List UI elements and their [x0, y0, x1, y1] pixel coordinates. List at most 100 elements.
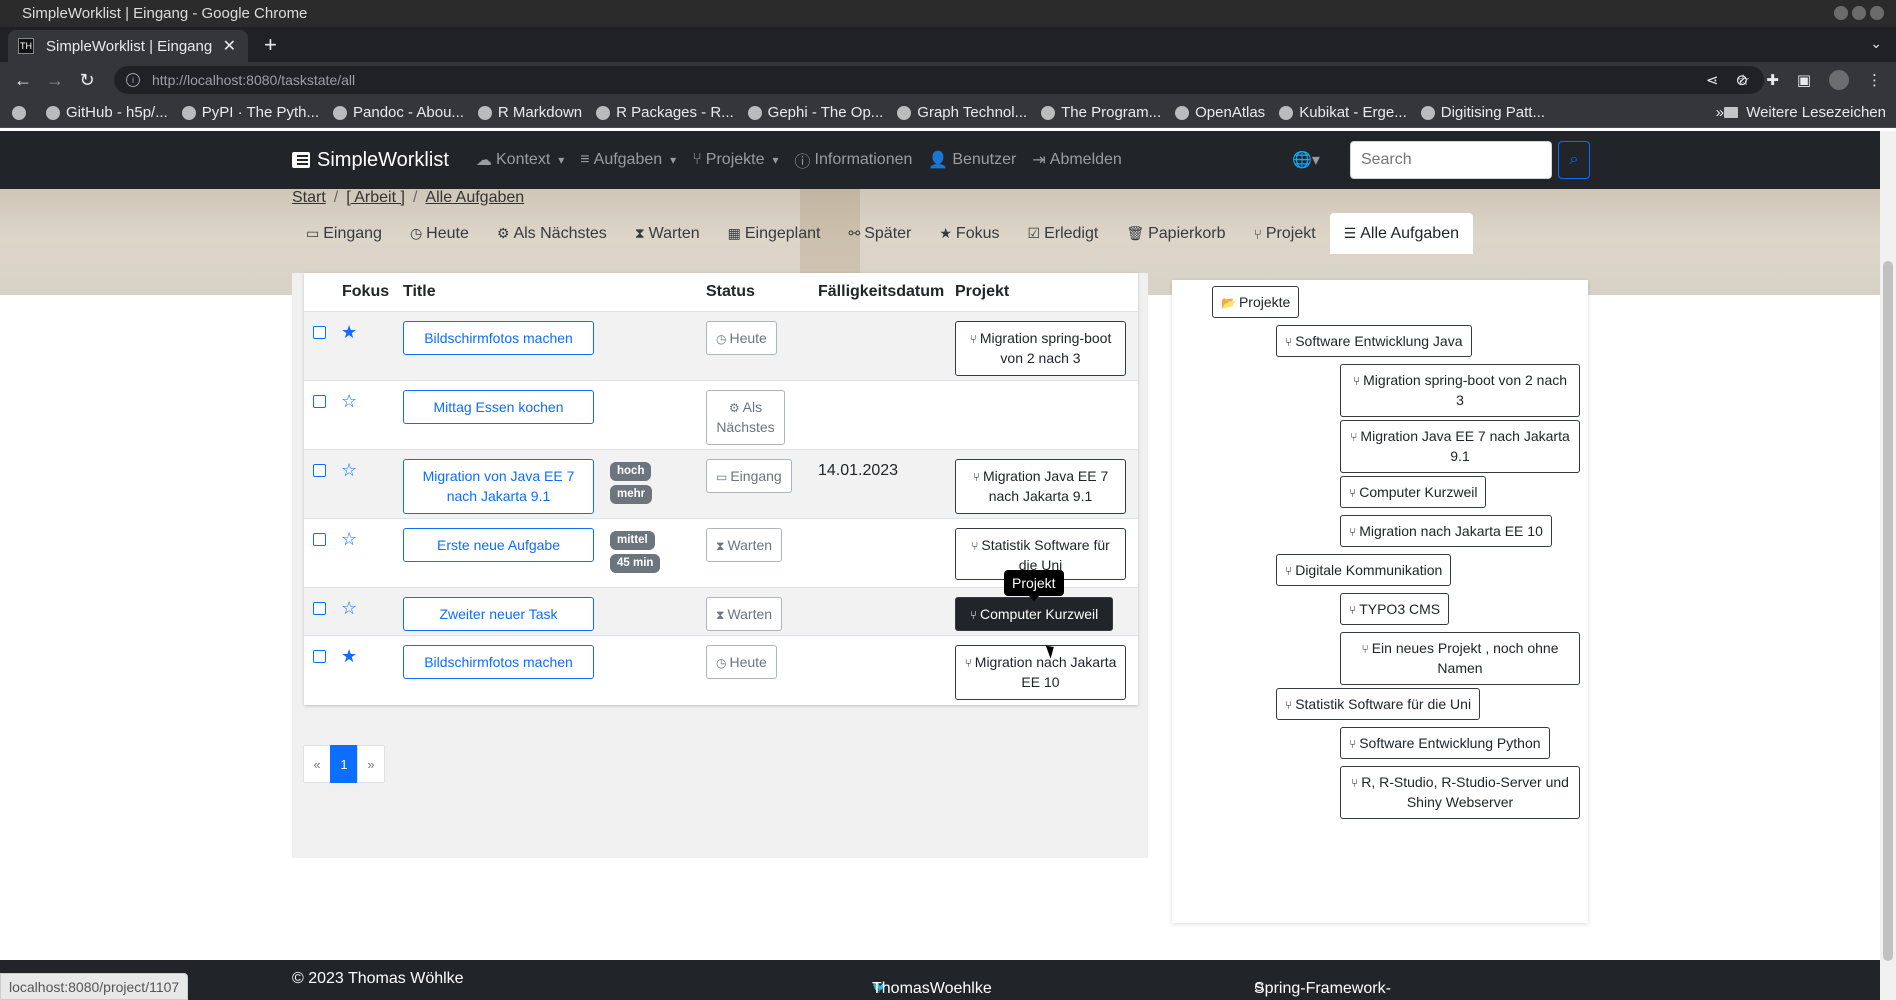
tab-als-naechstes[interactable]: ⚙ Als Nächstes: [483, 213, 621, 254]
tab-erledigt[interactable]: ☑ Erledigt: [1014, 213, 1113, 254]
task-title-button[interactable]: Migration von Java EE 7 nach Jakarta 9.1: [403, 459, 594, 514]
brand-link[interactable]: SimpleWorklist: [292, 149, 449, 172]
tree-root-projekte[interactable]: 📂 Projekte: [1212, 286, 1300, 319]
bookmark-item[interactable]: Gephi - The Op...: [747, 104, 883, 121]
bookmark-folder[interactable]: Weitere Lesezeichen: [1724, 104, 1886, 121]
project-button[interactable]: ⑂ Migration Java EE 7 nach Jakarta 9.1: [955, 459, 1126, 514]
status-button[interactable]: ⚙ Als Nächstes: [706, 390, 785, 445]
share-icon[interactable]: ⋖: [1706, 71, 1719, 89]
tree-node[interactable]: ⑂ Migration Java EE 7 nach Jakarta 9.1: [1340, 420, 1580, 473]
tab-alle-aufgaben[interactable]: ☰ Alle Aufgaben: [1329, 213, 1473, 254]
task-title-button[interactable]: Bildschirmfotos machen: [403, 321, 594, 356]
tree-node[interactable]: ⑂ Software Entwicklung Java: [1276, 325, 1472, 358]
bookmark-item[interactable]: The Program...: [1041, 104, 1161, 121]
tree-node[interactable]: ⑂ TYPO3 CMS: [1340, 593, 1450, 626]
project-button[interactable]: ⑂ Migration nach Jakarta EE 10: [955, 645, 1126, 700]
puzzle-icon[interactable]: ✚: [1766, 71, 1779, 89]
project-button-hovered[interactable]: ⑂ Computer Kurzweil: [955, 597, 1113, 632]
back-icon[interactable]: ←: [10, 70, 36, 91]
minimize-icon[interactable]: [1834, 6, 1848, 20]
bookmark-item[interactable]: Graph Technol...: [897, 104, 1027, 121]
close-tab-icon[interactable]: ✕: [223, 36, 236, 56]
focus-star-outline-icon[interactable]: ☆: [341, 392, 357, 410]
maximize-icon[interactable]: [1852, 6, 1866, 20]
status-button[interactable]: ◷ Heute: [706, 645, 777, 680]
bookmark-item[interactable]: GitHub - h5p/...: [46, 104, 168, 121]
page-scrollbar[interactable]: [1880, 131, 1896, 1000]
profile-avatar[interactable]: [1829, 70, 1849, 90]
status-button[interactable]: ⧗ Warten: [706, 528, 783, 563]
new-tab-icon[interactable]: +: [264, 32, 277, 58]
tree-node[interactable]: ⑂ Statistik Software für die Uni: [1276, 688, 1481, 721]
page-current[interactable]: 1: [330, 745, 358, 783]
focus-star-outline-icon[interactable]: ☆: [341, 599, 357, 617]
task-checkbox[interactable]: [313, 650, 326, 663]
menu-benutzer[interactable]: 👤 Benutzer: [928, 148, 1016, 172]
focus-star-outline-icon[interactable]: ☆: [341, 530, 357, 548]
menu-kontext[interactable]: ☁ Kontext: [476, 148, 564, 172]
status-button[interactable]: ◷ Heute: [706, 321, 777, 356]
tab-fokus[interactable]: ★ Fokus: [925, 213, 1013, 254]
tab-papierkorb[interactable]: 🗑 Papierkorb: [1112, 213, 1239, 254]
bookmark-apps-icon[interactable]: [12, 105, 32, 120]
menu-aufgaben[interactable]: ≡ Aufgaben: [580, 148, 676, 172]
tree-node[interactable]: ⑂ Migration nach Jakarta EE 10: [1340, 515, 1552, 548]
bookmark-item[interactable]: R Packages - R...: [596, 104, 734, 121]
bookmark-item[interactable]: PyPI · The Pyth...: [181, 104, 319, 121]
tree-node[interactable]: ⑂ Ein neues Projekt , noch ohne Namen: [1340, 632, 1580, 685]
focus-star-filled-icon[interactable]: ★: [341, 647, 357, 665]
tab-warten[interactable]: ⧗ Warten: [621, 213, 714, 254]
language-globe-icon[interactable]: 🌐▾: [1292, 150, 1320, 170]
menu-informationen[interactable]: ⓘ Informationen: [795, 148, 913, 172]
browser-tab[interactable]: TH SimpleWorklist | Eingang ✕: [8, 30, 248, 62]
extension-icon[interactable]: ⊘: [1736, 71, 1749, 89]
task-checkbox[interactable]: [313, 602, 326, 615]
reload-icon[interactable]: ↻: [74, 70, 100, 91]
task-title-button[interactable]: Zweiter neuer Task: [403, 597, 594, 632]
task-title-button[interactable]: Erste neue Aufgabe: [403, 528, 594, 563]
breadcrumb-start[interactable]: Start: [292, 189, 326, 206]
close-window-icon[interactable]: [1870, 6, 1884, 20]
bookmark-item[interactable]: OpenAtlas: [1175, 104, 1265, 121]
focus-star-filled-icon[interactable]: ★: [341, 323, 357, 341]
task-title-button[interactable]: Mittag Essen kochen: [403, 390, 594, 425]
tab-projekt[interactable]: ⑂ Projekt: [1239, 213, 1329, 254]
tree-node[interactable]: ⑂ Digitale Kommunikation: [1276, 554, 1452, 587]
scrollbar-thumb[interactable]: [1883, 261, 1893, 961]
status-button[interactable]: ⧗ Warten: [706, 597, 783, 632]
forward-icon[interactable]: →: [42, 70, 68, 91]
tree-node[interactable]: ⑂ R, R-Studio, R-Studio-Server und Shiny …: [1340, 766, 1580, 819]
bookmark-item[interactable]: Kubikat - Erge...: [1279, 104, 1407, 121]
task-checkbox[interactable]: [313, 464, 326, 477]
task-checkbox[interactable]: [313, 326, 326, 339]
sidepanel-icon[interactable]: ▣: [1797, 71, 1811, 89]
breadcrumb-current[interactable]: Alle Aufgaben: [425, 189, 524, 206]
task-checkbox[interactable]: [313, 533, 326, 546]
tab-eingeplant[interactable]: ▦ Eingeplant: [714, 213, 835, 254]
bookmark-item[interactable]: R Markdown: [477, 104, 582, 121]
tab-spaeter[interactable]: ⚯ Später: [834, 213, 925, 254]
page-next[interactable]: »: [357, 745, 385, 783]
bookmarks-overflow-icon[interactable]: »: [1716, 104, 1724, 121]
tab-search-icon[interactable]: ⌄: [1870, 35, 1882, 52]
kebab-menu-icon[interactable]: ⋮: [1867, 71, 1882, 89]
status-button[interactable]: ▭ Eingang: [706, 459, 792, 494]
project-button[interactable]: ⑂ Migration spring-boot von 2 nach 3: [955, 321, 1126, 376]
task-title-button[interactable]: Bildschirmfotos machen: [403, 645, 594, 680]
tree-node[interactable]: ⑂ Software Entwicklung Python: [1340, 727, 1550, 760]
bookmark-item[interactable]: Digitising Patt...: [1420, 104, 1545, 121]
menu-abmelden[interactable]: ⇥ Abmelden: [1032, 148, 1121, 172]
tree-node[interactable]: ⑂ Computer Kurzweil: [1340, 476, 1487, 509]
task-checkbox[interactable]: [313, 395, 326, 408]
menu-projekte[interactable]: ⑂ Projekte: [692, 148, 778, 172]
url-field[interactable]: i http://localhost:8080/taskstate/all ⋖ …: [114, 66, 1764, 94]
focus-star-outline-icon[interactable]: ☆: [341, 461, 357, 479]
tab-heute[interactable]: ◷ Heute: [396, 213, 483, 254]
tree-node[interactable]: ⑂ Migration spring-boot von 2 nach 3: [1340, 364, 1580, 417]
site-info-icon[interactable]: i: [126, 73, 140, 87]
page-prev[interactable]: «: [303, 745, 331, 783]
breadcrumb-context[interactable]: [ Arbeit ]: [346, 189, 405, 206]
search-button[interactable]: ⌕: [1557, 141, 1590, 179]
tab-eingang[interactable]: ▭ Eingang: [292, 213, 396, 254]
search-input[interactable]: [1349, 141, 1552, 179]
